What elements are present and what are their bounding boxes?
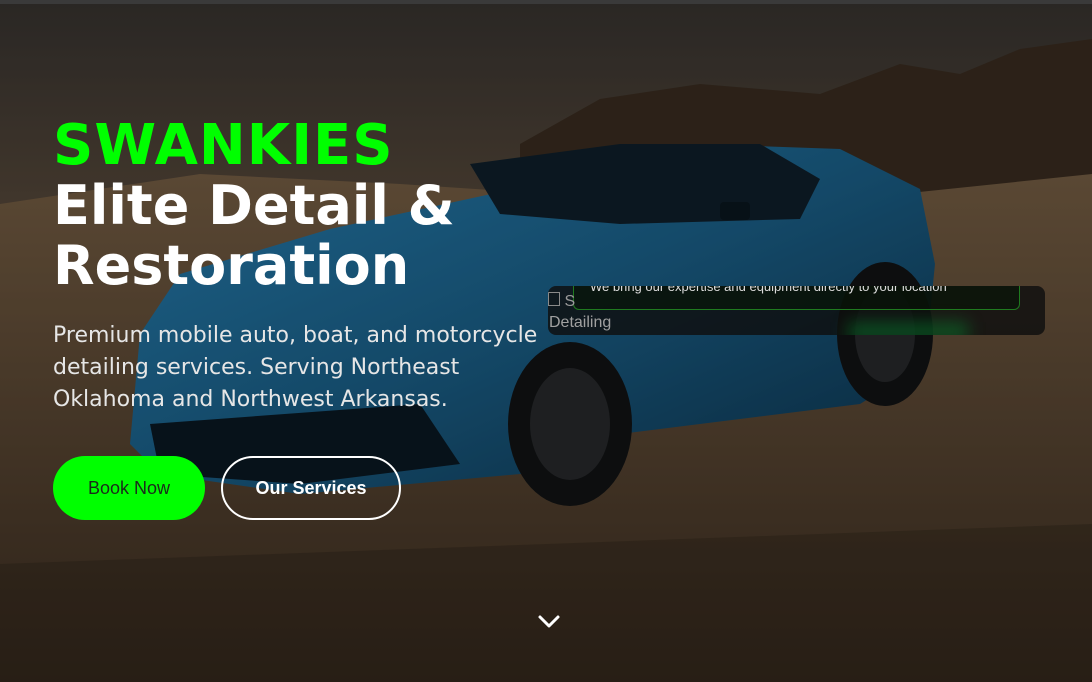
our-services-button[interactable]: Our Services (221, 456, 401, 520)
card-image-label: Detailing (549, 314, 612, 331)
card-pill-text: We bring our expertise and equipment dir… (590, 286, 947, 294)
hero-section: SWANKIES Elite Detail & Restoration Prem… (0, 4, 1092, 682)
card-image-alt: S (564, 293, 576, 310)
card-pill: We bring our expertise and equipment dir… (573, 286, 1020, 310)
top-strip (0, 0, 1092, 4)
brand-name: SWANKIES (53, 113, 394, 178)
card-glow (848, 322, 968, 335)
broken-image-icon: S (548, 292, 575, 311)
chevron-down-icon[interactable] (537, 612, 561, 632)
cta-row: Book Now Our Services (53, 456, 573, 520)
hero-content: SWANKIES Elite Detail & Restoration Prem… (53, 116, 573, 520)
feature-card[interactable]: We bring our expertise and equipment dir… (548, 286, 1045, 335)
hero-headline: Elite Detail & Restoration (53, 174, 455, 297)
book-now-button[interactable]: Book Now (53, 456, 205, 520)
hero-tagline: Premium mobile auto, boat, and motorcycl… (53, 323, 538, 412)
